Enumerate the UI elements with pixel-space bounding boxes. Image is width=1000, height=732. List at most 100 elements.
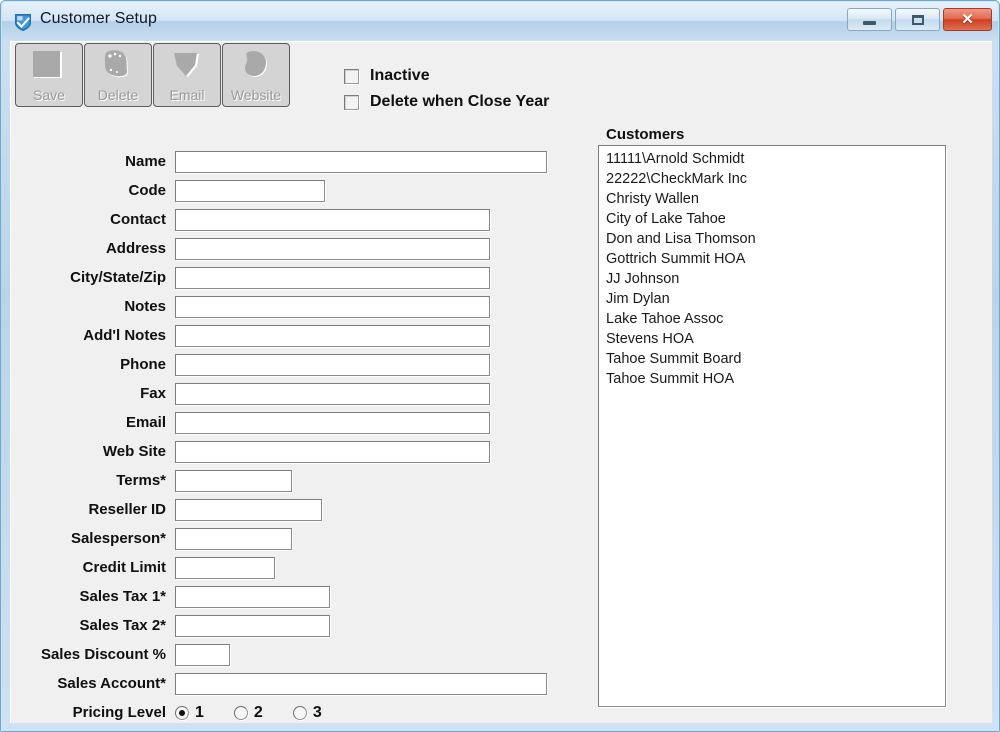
pricing-level-option-2[interactable]: 2 bbox=[234, 704, 281, 722]
field-row-sales-account: Sales Account* bbox=[10, 669, 570, 698]
email-button[interactable]: Email bbox=[153, 43, 221, 107]
customers-listbox[interactable]: 11111\Arnold Schmidt 22222\CheckMark Inc… bbox=[598, 145, 946, 707]
field-row-addl-notes: Add'l Notes bbox=[10, 321, 570, 350]
terms-label: Terms* bbox=[10, 472, 175, 489]
list-item[interactable]: 22222\CheckMark Inc bbox=[599, 169, 945, 189]
list-item[interactable]: Christy Wallen bbox=[599, 189, 945, 209]
addl-notes-label: Add'l Notes bbox=[10, 327, 175, 344]
name-input[interactable] bbox=[175, 151, 547, 173]
toolbar: Save Delete bbox=[15, 43, 291, 107]
field-row-sales-tax-2: Sales Tax 2* bbox=[10, 611, 570, 640]
field-row-code: Code bbox=[10, 176, 570, 205]
field-row-email: Email bbox=[10, 408, 570, 437]
contact-input[interactable] bbox=[175, 209, 490, 231]
delete-when-close-year-checkbox-label: Delete when Close Year bbox=[370, 93, 549, 111]
code-input[interactable] bbox=[175, 180, 325, 202]
list-item[interactable]: JJ Johnson bbox=[599, 269, 945, 289]
inactive-checkbox-row[interactable]: Inactive bbox=[344, 63, 549, 89]
list-item[interactable]: City of Lake Tahoe bbox=[599, 209, 945, 229]
list-item[interactable]: Gottrich Summit HOA bbox=[599, 249, 945, 269]
list-item[interactable]: Don and Lisa Thomson bbox=[599, 229, 945, 249]
phone-input[interactable] bbox=[175, 354, 490, 376]
field-row-city-state-zip: City/State/Zip bbox=[10, 263, 570, 292]
field-row-salesperson: Salesperson* bbox=[10, 524, 570, 553]
minimize-button[interactable] bbox=[847, 8, 892, 31]
close-button[interactable]: ✕ bbox=[943, 8, 992, 31]
field-row-sales-discount: Sales Discount % bbox=[10, 640, 570, 669]
addl-notes-input[interactable] bbox=[175, 325, 490, 347]
salesperson-label: Salesperson* bbox=[10, 530, 175, 547]
fax-input[interactable] bbox=[175, 383, 490, 405]
address-input[interactable] bbox=[175, 238, 490, 260]
sales-account-input[interactable] bbox=[175, 673, 547, 695]
credit-limit-label: Credit Limit bbox=[10, 559, 175, 576]
pricing-level-radio-1-label: 1 bbox=[195, 704, 204, 722]
options-group: Inactive Delete when Close Year bbox=[344, 63, 549, 115]
field-row-notes: Notes bbox=[10, 292, 570, 321]
field-row-pricing-level: Pricing Level 1 2 3 bbox=[10, 698, 570, 727]
sales-discount-input[interactable] bbox=[175, 644, 230, 666]
web-site-label: Web Site bbox=[10, 443, 175, 460]
minimize-icon bbox=[863, 21, 876, 25]
sales-tax-2-label: Sales Tax 2* bbox=[10, 617, 175, 634]
pricing-level-radio-3[interactable] bbox=[293, 706, 307, 720]
title-bar[interactable]: Customer Setup ✕ bbox=[2, 2, 998, 40]
phone-label: Phone bbox=[10, 356, 175, 373]
list-item[interactable]: Tahoe Summit Board bbox=[599, 349, 945, 369]
email-button-label: Email bbox=[169, 87, 204, 103]
pricing-level-option-3[interactable]: 3 bbox=[293, 704, 340, 722]
customers-panel-title: Customers bbox=[606, 126, 684, 143]
fax-label: Fax bbox=[10, 385, 175, 402]
pricing-level-option-1[interactable]: 1 bbox=[175, 704, 222, 722]
list-item[interactable]: Stevens HOA bbox=[599, 329, 945, 349]
list-item[interactable]: Lake Tahoe Assoc bbox=[599, 309, 945, 329]
email-input[interactable] bbox=[175, 412, 490, 434]
delete-when-close-year-checkbox-row[interactable]: Delete when Close Year bbox=[344, 89, 549, 115]
field-row-sales-tax-1: Sales Tax 1* bbox=[10, 582, 570, 611]
save-button[interactable]: Save bbox=[15, 43, 83, 107]
sales-discount-label: Sales Discount % bbox=[10, 646, 175, 663]
city-state-zip-input[interactable] bbox=[175, 267, 490, 289]
address-label: Address bbox=[10, 240, 175, 257]
list-item[interactable]: Jim Dylan bbox=[599, 289, 945, 309]
notes-input[interactable] bbox=[175, 296, 490, 318]
field-row-reseller-id: Reseller ID bbox=[10, 495, 570, 524]
credit-limit-input[interactable] bbox=[175, 557, 275, 579]
sales-tax-1-input[interactable] bbox=[175, 586, 330, 608]
delete-icon bbox=[99, 50, 137, 84]
sales-account-label: Sales Account* bbox=[10, 675, 175, 692]
reseller-id-input[interactable] bbox=[175, 499, 322, 521]
list-item[interactable]: Tahoe Summit HOA bbox=[599, 369, 945, 389]
pricing-level-radio-2[interactable] bbox=[234, 706, 248, 720]
customer-setup-window: Customer Setup ✕ S bbox=[0, 0, 1000, 732]
maximize-button[interactable] bbox=[895, 8, 940, 31]
field-row-contact: Contact bbox=[10, 205, 570, 234]
customer-form: Name Code Contact Address City/State/Zip… bbox=[10, 147, 570, 727]
checkmark-shield-icon bbox=[13, 12, 33, 32]
window-controls: ✕ bbox=[847, 8, 992, 31]
window-title: Customer Setup bbox=[40, 10, 157, 28]
salesperson-input[interactable] bbox=[175, 528, 292, 550]
list-item[interactable]: 11111\Arnold Schmidt bbox=[599, 149, 945, 169]
inactive-checkbox[interactable] bbox=[344, 69, 359, 84]
field-row-terms: Terms* bbox=[10, 466, 570, 495]
pricing-level-radio-2-label: 2 bbox=[254, 704, 263, 722]
website-button[interactable]: Website bbox=[222, 43, 290, 107]
client-area: Save Delete bbox=[10, 41, 992, 723]
web-site-input[interactable] bbox=[175, 441, 490, 463]
sales-tax-1-label: Sales Tax 1* bbox=[10, 588, 175, 605]
delete-button[interactable]: Delete bbox=[84, 43, 152, 107]
inactive-checkbox-label: Inactive bbox=[370, 67, 430, 85]
terms-input[interactable] bbox=[175, 470, 292, 492]
notes-label: Notes bbox=[10, 298, 175, 315]
website-icon bbox=[237, 50, 275, 84]
sales-tax-2-input[interactable] bbox=[175, 615, 330, 637]
pricing-level-radio-1[interactable] bbox=[175, 706, 189, 720]
delete-when-close-year-checkbox[interactable] bbox=[344, 95, 359, 110]
field-row-phone: Phone bbox=[10, 350, 570, 379]
save-button-label: Save bbox=[33, 87, 65, 103]
pricing-level-label: Pricing Level bbox=[10, 704, 175, 721]
field-row-fax: Fax bbox=[10, 379, 570, 408]
field-row-credit-limit: Credit Limit bbox=[10, 553, 570, 582]
reseller-id-label: Reseller ID bbox=[10, 501, 175, 518]
